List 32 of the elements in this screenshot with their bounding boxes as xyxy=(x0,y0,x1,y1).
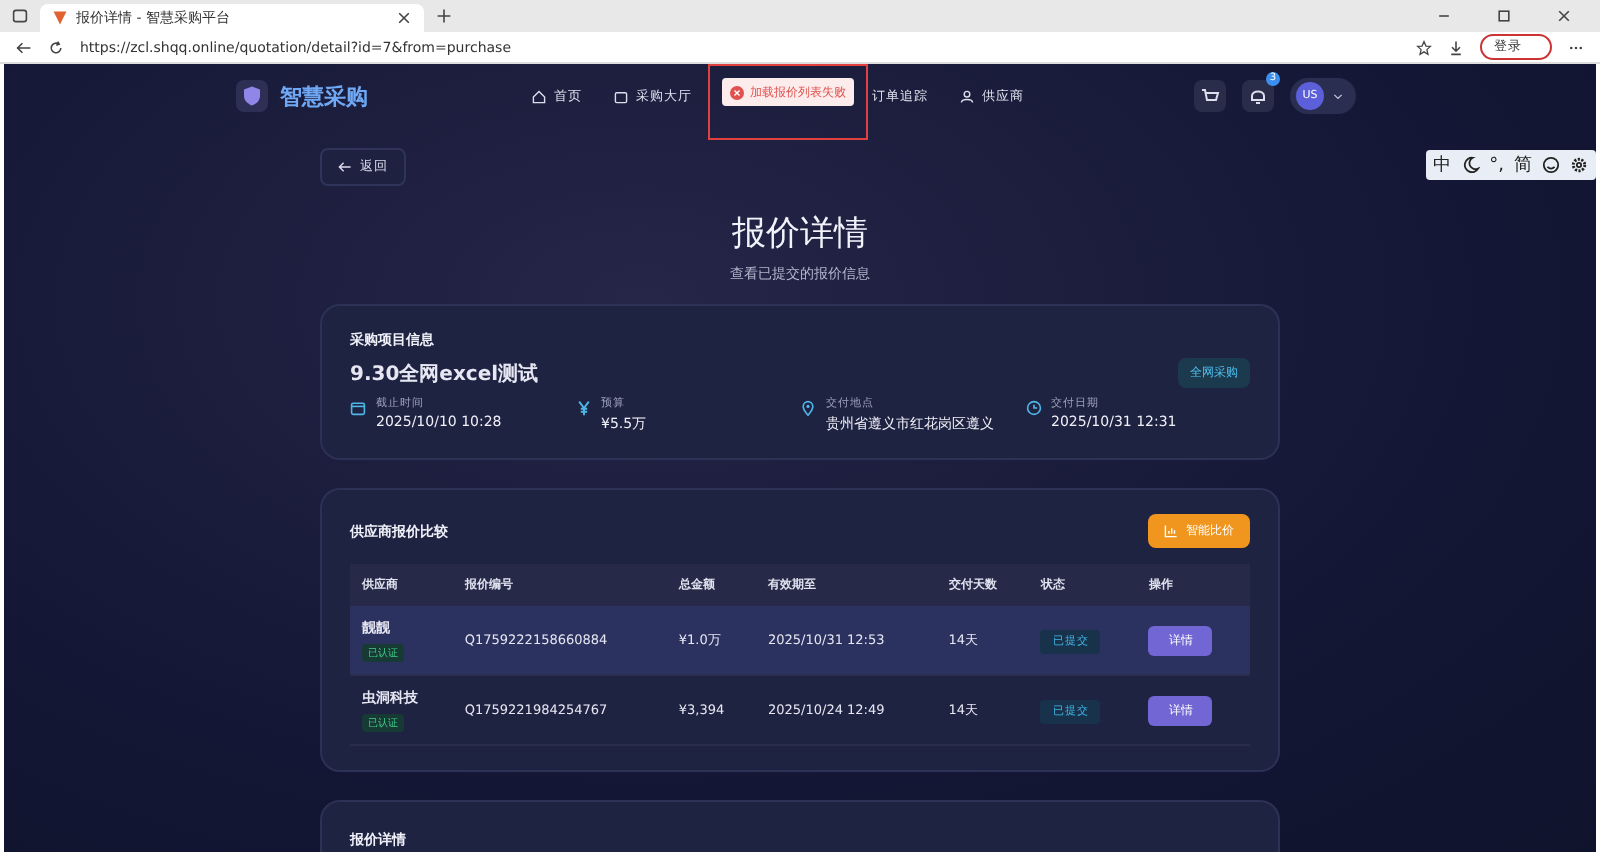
star-icon[interactable] xyxy=(1416,39,1432,55)
home-icon xyxy=(532,89,546,103)
tab-actions-icon[interactable] xyxy=(12,8,28,24)
user-icon xyxy=(960,89,974,103)
page-title: 报价详情 xyxy=(730,212,870,256)
moon-icon[interactable] xyxy=(1461,156,1480,174)
back-arrow-icon[interactable] xyxy=(16,39,32,55)
bell-icon[interactable] xyxy=(1242,80,1274,112)
script-toggle[interactable]: 简 xyxy=(1514,152,1532,178)
yen-icon xyxy=(575,400,591,416)
punctuation-toggle[interactable]: °, xyxy=(1489,155,1504,175)
location-icon xyxy=(800,400,816,416)
cart-icon[interactable] xyxy=(1194,80,1226,112)
error-icon xyxy=(730,85,744,99)
new-tab-icon[interactable] xyxy=(436,8,452,24)
bar-chart-icon xyxy=(1164,524,1178,538)
refresh-icon[interactable] xyxy=(48,39,64,55)
close-icon[interactable] xyxy=(396,10,412,26)
ime-mode-toggle[interactable]: 中 xyxy=(1433,152,1452,178)
smiley-icon[interactable] xyxy=(1542,156,1560,174)
arrow-left-icon xyxy=(338,160,352,174)
chevron-icon xyxy=(1332,90,1344,102)
logo-icon xyxy=(52,10,68,26)
calendar-icon xyxy=(350,400,366,416)
project-name: 9.30全网excel测试 xyxy=(350,361,539,387)
download-icon[interactable] xyxy=(1448,39,1464,55)
close-icon[interactable] xyxy=(1556,8,1572,24)
maximize-icon[interactable] xyxy=(1496,8,1512,24)
shield-icon xyxy=(236,80,268,112)
settings-icon[interactable] xyxy=(1570,156,1588,174)
clock-icon xyxy=(1025,400,1041,416)
brand-name: 智慧采购 xyxy=(280,81,368,111)
